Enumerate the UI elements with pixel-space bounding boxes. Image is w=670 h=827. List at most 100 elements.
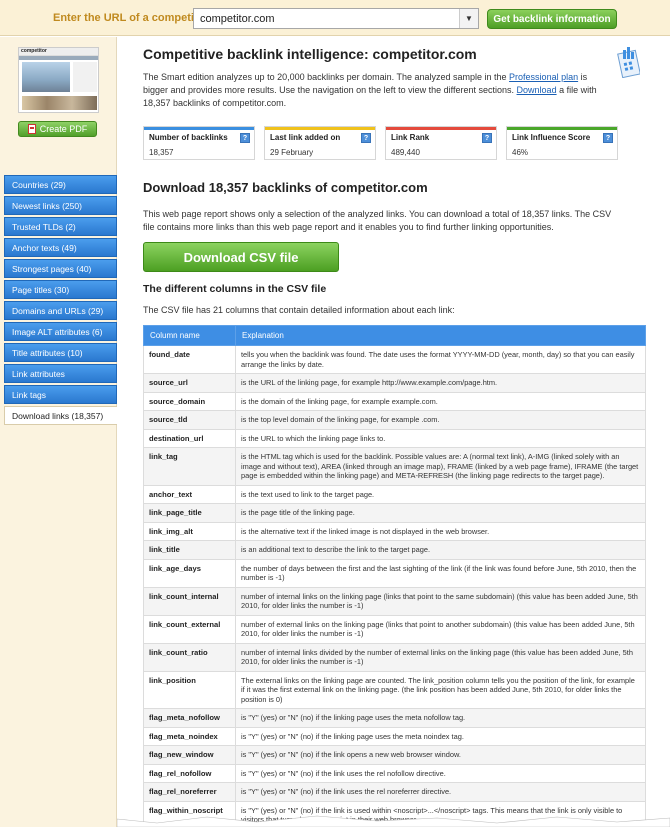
thumbnail-title: competitor (19, 48, 98, 56)
column-explanation-cell: is the URL to which the linking page lin… (235, 428, 646, 448)
column-name-cell: link_tag (143, 447, 236, 486)
column-explanation-cell: is the domain of the linking page, for e… (235, 391, 646, 411)
table-row: source_tld is the top level domain of the… (143, 410, 646, 430)
nav-item-domains-urls[interactable]: Domains and URLs (29) (4, 301, 117, 320)
torn-edge (117, 815, 670, 827)
nav-item-link-attributes[interactable]: Link attributes (4, 364, 117, 383)
help-icon[interactable]: ? (240, 133, 250, 143)
table-row: destination_url is the URL to which the l… (143, 428, 646, 448)
column-explanation-cell: is the text used to link to the target p… (235, 484, 646, 504)
column-header-explanation: Explanation (235, 325, 646, 346)
column-name-cell: link_title (143, 540, 236, 560)
get-backlink-button[interactable]: Get backlink information (487, 9, 617, 29)
nav-item-anchor-texts[interactable]: Anchor texts (49) (4, 238, 117, 257)
column-name-cell: link_count_internal (143, 586, 236, 616)
column-explanation-cell: number of internal links divided by the … (235, 642, 646, 672)
stat-value: 489,440 (391, 148, 420, 157)
download-heading: Download 18,357 backlinks of competitor.… (143, 180, 428, 195)
table-row: anchor_text is the text used to link to t… (143, 484, 646, 504)
site-thumbnail: competitor (18, 47, 99, 113)
table-row: flag_meta_noindex is "Y" (yes) or "N" (no… (143, 726, 646, 746)
section-nav: Countries (29) Newest links (250) Truste… (4, 175, 117, 427)
table-row: link_title is an additional text to descr… (143, 540, 646, 560)
column-explanation-cell: the number of days between the first and… (235, 558, 646, 588)
stat-link-rank: Link Rank 489,440 ? (385, 126, 497, 160)
column-explanation-cell: number of external links on the linking … (235, 614, 646, 644)
column-name-cell: link_count_external (143, 614, 236, 644)
stat-value: 29 February (270, 148, 314, 157)
chevron-down-icon[interactable]: ▼ (459, 9, 478, 28)
column-name-cell: source_tld (143, 410, 236, 430)
nav-item-image-alt[interactable]: Image ALT attributes (6) (4, 322, 117, 341)
nav-item-trusted-tlds[interactable]: Trusted TLDs (2) (4, 217, 117, 236)
pdf-icon (27, 124, 36, 134)
professional-plan-link[interactable]: Professional plan (509, 72, 578, 82)
stat-label: Link Rank (391, 133, 430, 142)
table-row: source_url is the URL of the linking page… (143, 373, 646, 393)
column-name-cell: source_domain (143, 391, 236, 411)
nav-item-link-tags[interactable]: Link tags (4, 385, 117, 404)
column-explanation-cell: is the page title of the linking page. (235, 503, 646, 523)
download-link[interactable]: Download (517, 85, 557, 95)
table-row: link_count_ratio number of internal links… (143, 642, 646, 672)
table-row: flag_meta_nofollow is "Y" (yes) or "N" (n… (143, 708, 646, 728)
page-title: Competitive backlink intelligence: compe… (143, 46, 477, 62)
nav-item-newest-links[interactable]: Newest links (250) (4, 196, 117, 215)
table-row: link_count_external number of external li… (143, 614, 646, 644)
column-name-cell: anchor_text (143, 484, 236, 504)
column-name-cell: flag_meta_noindex (143, 726, 236, 746)
table-row: link_tag is the HTML tag which is used fo… (143, 447, 646, 486)
main-content: Competitive backlink intelligence: compe… (117, 37, 670, 827)
stat-value: 18,357 (149, 148, 174, 157)
column-name-cell: flag_new_window (143, 745, 236, 765)
nav-item-page-titles[interactable]: Page titles (30) (4, 280, 117, 299)
column-name-cell: destination_url (143, 428, 236, 448)
column-explanation-cell: is an additional text to describe the li… (235, 540, 646, 560)
competitor-url-input[interactable] (193, 8, 479, 29)
nav-item-countries[interactable]: Countries (29) (4, 175, 117, 194)
column-name-cell: link_count_ratio (143, 642, 236, 672)
url-bar: Enter the URL of a competitor: ▼ Get bac… (0, 0, 670, 36)
csv-columns-table: Column name Explanation found_date tells … (143, 325, 646, 827)
table-row: link_img_alt is the alternative text if t… (143, 521, 646, 541)
column-explanation-cell: The external links on the linking page a… (235, 670, 646, 709)
table-row: link_age_days the number of days between … (143, 558, 646, 588)
nav-item-strongest-pages[interactable]: Strongest pages (40) (4, 259, 117, 278)
sidebar: competitor Create PDF Countries (29) New… (0, 37, 117, 827)
stat-label: Number of backlinks (149, 133, 228, 142)
intro-text: The Smart edition analyzes up to 20,000 … (143, 71, 598, 110)
stat-label: Last link added on (270, 133, 341, 142)
table-row: link_count_internal number of internal li… (143, 586, 646, 616)
stat-influence-score: Link Influence Score 46% ? (506, 126, 618, 160)
column-header-name: Column name (143, 325, 236, 346)
report-icon (617, 47, 640, 78)
column-name-cell: found_date (143, 345, 236, 374)
stat-backlinks: Number of backlinks 18,357 ? (143, 126, 255, 160)
stat-last-link: Last link added on 29 February ? (264, 126, 376, 160)
columns-description: The CSV file has 21 columns that contain… (143, 305, 455, 315)
column-explanation-cell: is the HTML tag which is used for the ba… (235, 447, 646, 486)
column-name-cell: link_page_title (143, 503, 236, 523)
column-name-cell: flag_rel_nofollow (143, 763, 236, 783)
intro-text-1: The Smart edition analyzes up to 20,000 … (143, 72, 510, 82)
nav-item-download-links[interactable]: Download links (18,357) (4, 406, 117, 425)
stat-value: 46% (512, 148, 529, 157)
stats-row: Number of backlinks 18,357 ? Last link a… (143, 126, 618, 160)
download-description: This web page report shows only a select… (143, 209, 612, 232)
help-icon[interactable]: ? (603, 133, 613, 143)
column-explanation-cell: tells you when the backlink was found. T… (235, 345, 646, 374)
column-explanation-cell: is "Y" (yes) or "N" (no) if the linking … (235, 726, 646, 746)
help-icon[interactable]: ? (482, 133, 492, 143)
help-icon[interactable]: ? (361, 133, 371, 143)
column-explanation-cell: is the alternative text if the linked im… (235, 521, 646, 541)
column-name-cell: link_age_days (143, 558, 236, 588)
column-name-cell: flag_rel_noreferrer (143, 782, 236, 802)
column-name-cell: link_img_alt (143, 521, 236, 541)
column-name-cell: flag_meta_nofollow (143, 708, 236, 728)
download-csv-button[interactable]: Download CSV file (143, 242, 339, 272)
column-explanation-cell: is the URL of the linking page, for exam… (235, 373, 646, 393)
column-explanation-cell: is "Y" (yes) or "N" (no) if the link use… (235, 782, 646, 802)
nav-item-title-attributes[interactable]: Title attributes (10) (4, 343, 117, 362)
create-pdf-button[interactable]: Create PDF (18, 121, 97, 137)
stat-label: Link Influence Score (512, 133, 591, 142)
